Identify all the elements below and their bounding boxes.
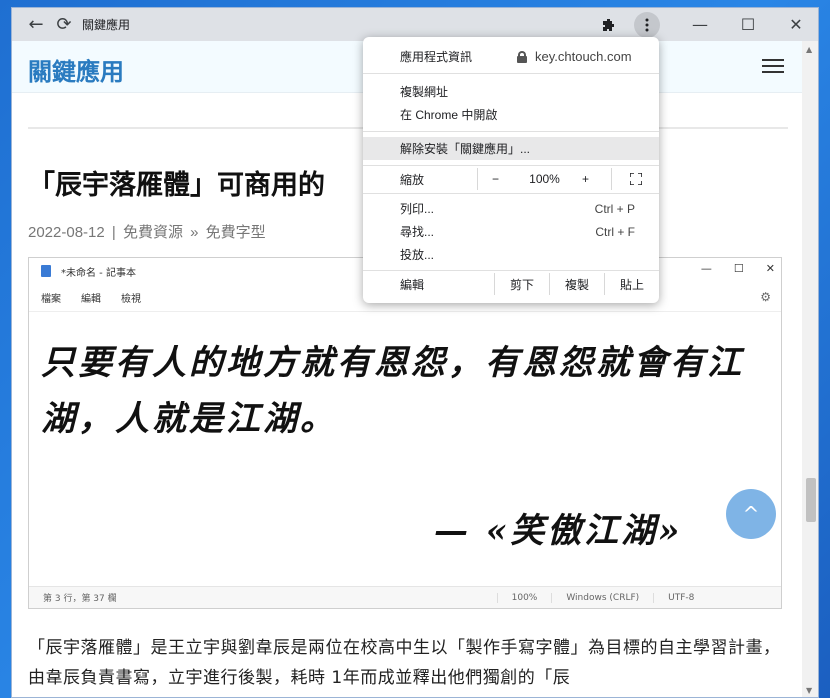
menu-uninstall-label: 解除安裝「關鍵應用」... (400, 142, 531, 156)
zoom-label-text: 縮放 (400, 172, 425, 187)
category-link[interactable]: 免費資源 (123, 224, 183, 241)
article-title: 「辰宇落雁體」可商用的 (28, 170, 325, 201)
menu-open-in-chrome[interactable]: 在 Chrome 中開啟 (363, 103, 659, 126)
cut-button[interactable]: 剪下 (494, 273, 549, 295)
more-menu-icon[interactable] (634, 12, 660, 38)
scrollbar-thumb[interactable] (806, 478, 816, 522)
find-shortcut: Ctrl + F (595, 224, 635, 239)
zoom-out-button[interactable]: − (492, 172, 499, 186)
domain-text: key.chtouch.com (535, 49, 632, 64)
gear-icon: ⚙ (760, 290, 771, 304)
close-button[interactable]: ✕ (772, 8, 818, 41)
notepad-screenshot: *未命名 - 記事本 — ☐ ✕ 檔案 編輯 檢視 ⚙ 只要有人的地方就有恩怨，有恩… (28, 257, 782, 609)
notepad-icon (41, 265, 51, 277)
zoom-row: 縮放 − 100% + (363, 168, 659, 190)
scroll-down-arrow-icon[interactable]: ▼ (806, 686, 812, 695)
zoom-controls: − 100% + (477, 168, 611, 190)
hamburger-menu-icon[interactable] (762, 55, 784, 77)
maximize-button[interactable]: ☐ (724, 8, 772, 41)
article-date: 2022-08-12 (28, 224, 105, 241)
print-shortcut: Ctrl + P (594, 201, 635, 216)
zoom-value: 100% (529, 172, 560, 186)
edit-label-text: 編輯 (400, 277, 425, 292)
back-icon[interactable]: ← (22, 11, 50, 39)
menu-find[interactable]: 尋找... Ctrl + F (363, 220, 659, 243)
notepad-status-bar: 第 3 行，第 37 欄 100% Windows (CRLF) UTF-8 (29, 586, 781, 608)
vertical-scrollbar[interactable]: ▲ ▼ (802, 41, 818, 697)
notepad-body: 只要有人的地方就有恩怨，有恩怨就會有江 湖，人就是江湖。 — «笑傲江湖» (29, 313, 781, 588)
zoom-in-button[interactable]: + (582, 172, 589, 186)
extensions-icon[interactable] (596, 12, 622, 38)
reload-icon[interactable]: ⟳ (50, 11, 78, 39)
fullscreen-icon[interactable] (611, 168, 659, 190)
notepad-window-controls: — ☐ ✕ (700, 262, 775, 275)
minimize-button[interactable]: — (676, 8, 724, 41)
menu-print[interactable]: 列印... Ctrl + P (363, 197, 659, 220)
article-paragraph: 「辰宇落雁體」是王立宇與劉韋辰是兩位在校高中生以「製作手寫字體」為目標的自主學習… (28, 638, 781, 688)
menu-uninstall[interactable]: 解除安裝「關鍵應用」... (363, 137, 659, 160)
menu-copy-url-label: 複製網址 (400, 85, 449, 99)
handwriting-signature: — «笑傲江湖» (434, 511, 683, 551)
edit-row: 編輯 剪下 複製 貼上 (363, 273, 659, 295)
scroll-to-top-button[interactable]: ^ (726, 489, 776, 539)
handwriting-line-1: 只要有人的地方就有恩怨，有恩怨就會有江 (41, 343, 744, 383)
site-domain: key.chtouch.com (517, 49, 632, 64)
tab-title: 關鍵應用 (82, 18, 131, 32)
paste-button[interactable]: 貼上 (604, 273, 659, 295)
status-line-ending: Windows (CRLF) (551, 592, 653, 603)
notepad-menu-view: 檢視 (121, 294, 141, 305)
copy-button[interactable]: 複製 (549, 273, 604, 295)
notepad-menu-edit: 編輯 (81, 294, 101, 305)
article-meta: 2022-08-12 | 免費資源 » 免費字型 (28, 224, 266, 241)
menu-open-in-chrome-label: 在 Chrome 中開啟 (400, 108, 498, 122)
menu-cast-label: 投放... (400, 248, 435, 262)
menu-copy-url[interactable]: 複製網址 (363, 80, 659, 103)
menu-find-label: 尋找... (400, 225, 435, 239)
handwriting-line-2: 湖，人就是江湖。 (41, 399, 337, 439)
status-zoom: 100% (496, 592, 552, 603)
menu-app-info-label: 應用程式資訊 (400, 50, 473, 64)
lock-icon (517, 51, 527, 63)
notepad-menu-file: 檔案 (41, 294, 61, 305)
menu-cast[interactable]: 投放... (363, 243, 659, 266)
status-encoding: UTF-8 (653, 592, 708, 603)
notepad-title: *未命名 - 記事本 (61, 267, 136, 279)
app-menu: 應用程式資訊 key.chtouch.com 複製網址 在 Chrome 中開啟… (363, 37, 659, 303)
scroll-up-arrow-icon[interactable]: ▲ (806, 45, 812, 54)
menu-app-info[interactable]: 應用程式資訊 key.chtouch.com (363, 45, 659, 68)
menu-print-label: 列印... (400, 202, 435, 216)
subcategory-link[interactable]: 免費字型 (206, 224, 266, 241)
site-title[interactable]: 關鍵應用 (28, 52, 124, 87)
status-position: 第 3 行，第 37 欄 (43, 594, 117, 604)
